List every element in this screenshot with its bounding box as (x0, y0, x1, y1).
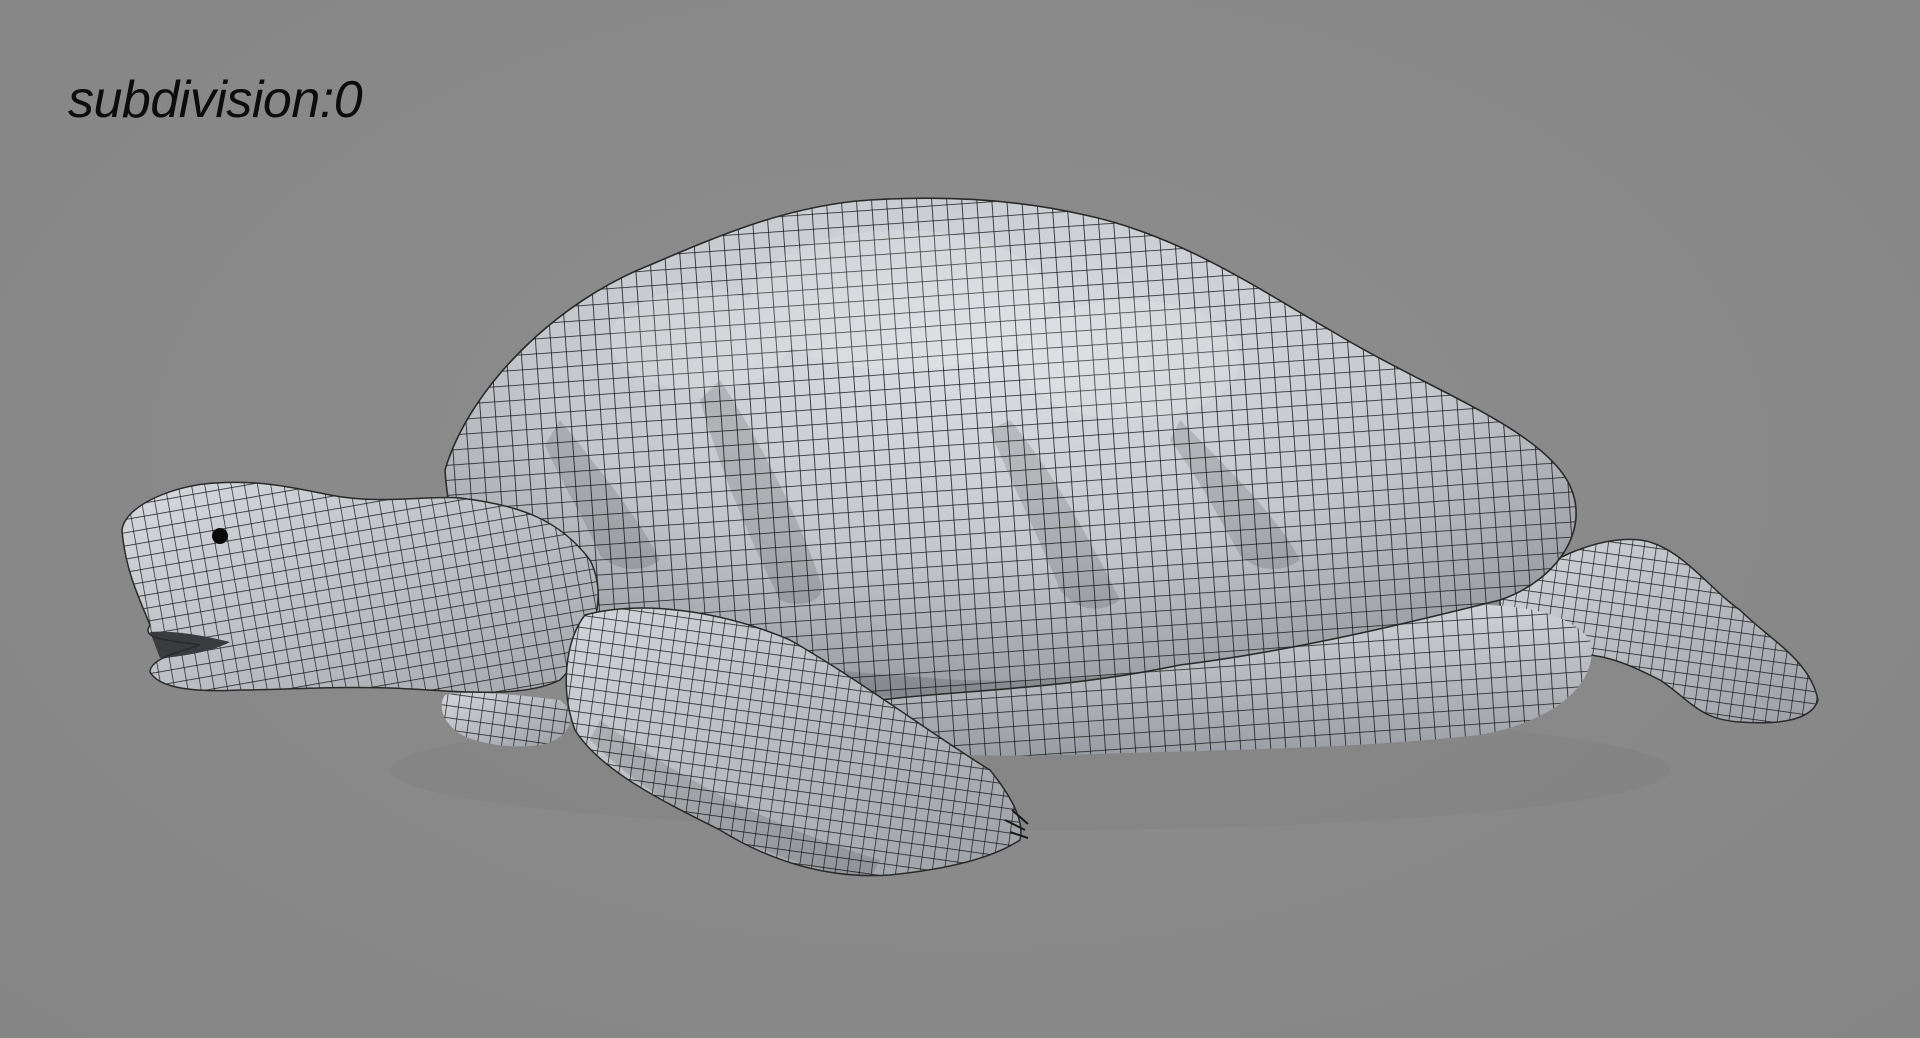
tortoise-eye (212, 528, 228, 544)
render-viewport: subdivision:0 (0, 0, 1920, 1038)
tortoise-wireframe-render (121, 197, 1819, 877)
